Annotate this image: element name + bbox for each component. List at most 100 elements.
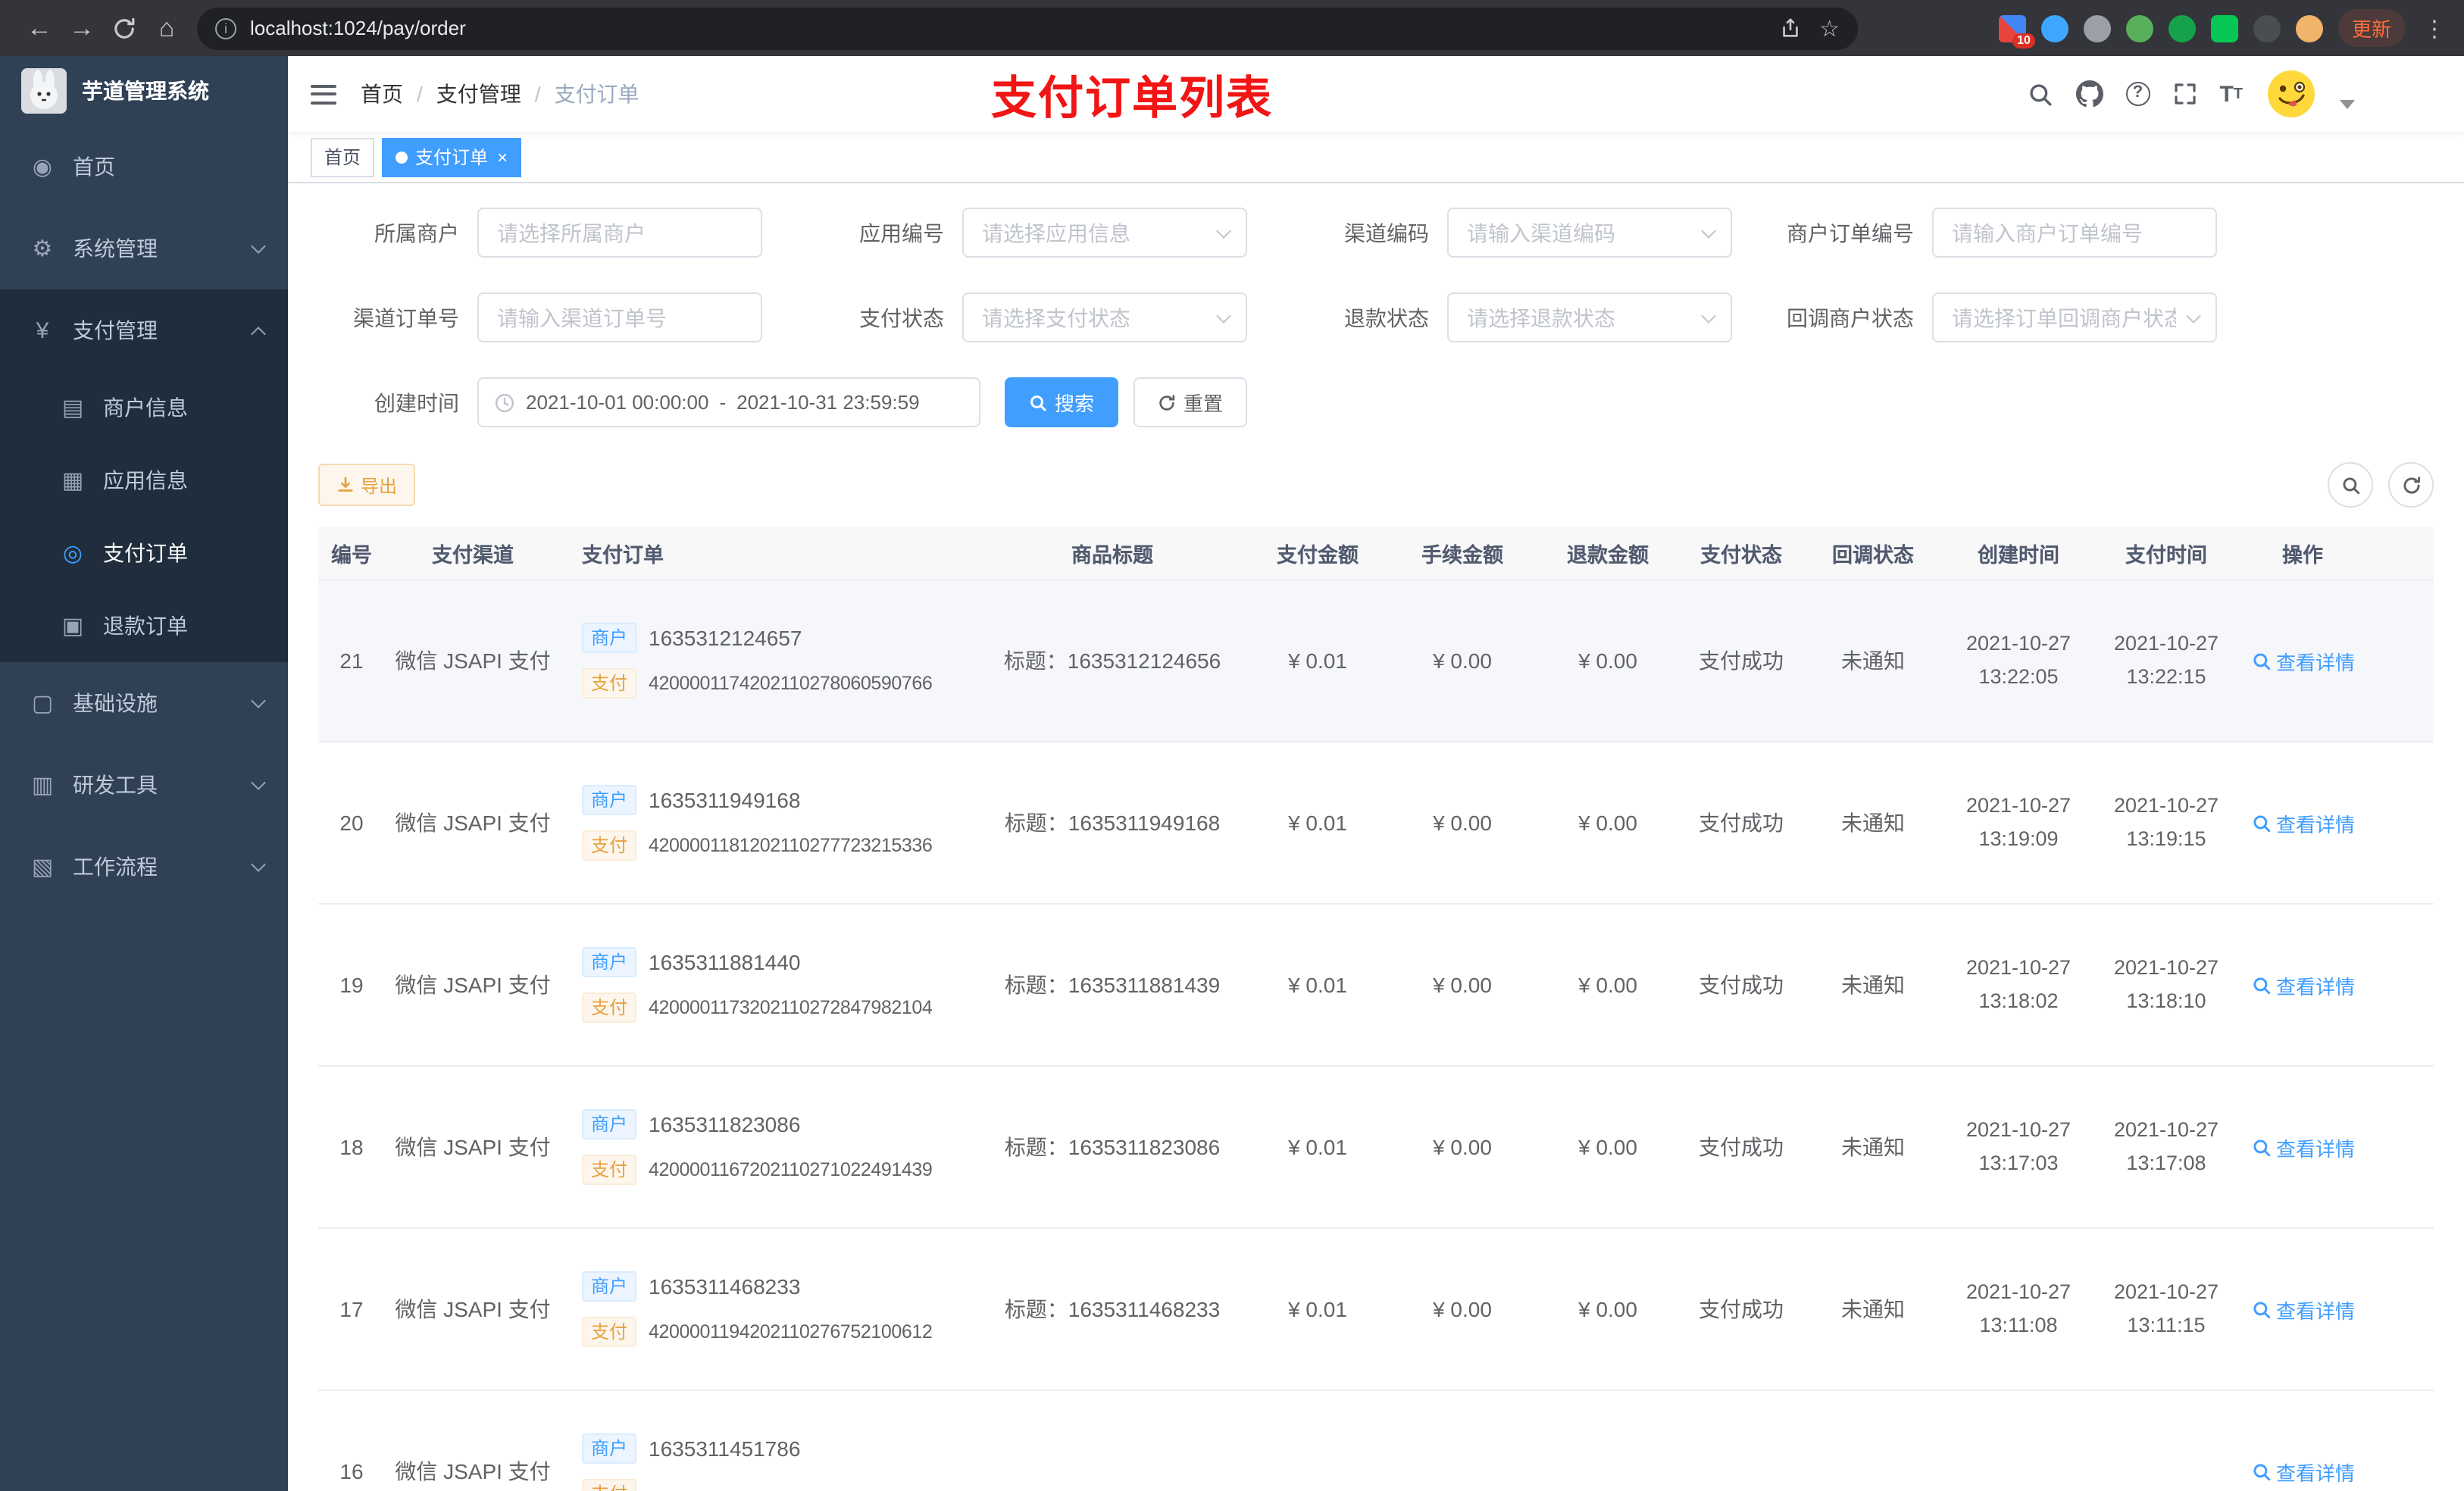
bookmark-star-button[interactable]: ☆ <box>1819 14 1840 42</box>
sidebar-item-label: 系统管理 <box>73 236 158 261</box>
merchant-order-no: 1635311451786 <box>649 1436 801 1461</box>
merchant-tag: 商户 <box>582 1109 637 1139</box>
tab-home[interactable]: 首页 <box>311 137 375 177</box>
sidebar-item-refund-order[interactable]: ▣ 退款订单 <box>0 589 288 662</box>
merchant-order-no-input[interactable] <box>1932 208 2217 258</box>
font-size-button[interactable]: TT <box>2219 81 2243 107</box>
sidebar-item-merchant-info[interactable]: ▤ 商户信息 <box>0 371 288 444</box>
cell-notify-status: 未通知 <box>1841 1135 1905 1159</box>
pay-status-select[interactable] <box>962 292 1247 342</box>
address-bar[interactable]: i localhost:1024/pay/order ☆ <box>197 7 1858 49</box>
table-toolbar: 导出 <box>318 462 2434 508</box>
reset-button[interactable]: 重置 <box>1134 377 1248 427</box>
header-search-button[interactable] <box>2027 81 2053 107</box>
toggle-search-button[interactable] <box>2328 462 2373 508</box>
filter-label: 商户订单编号 <box>1787 220 1914 245</box>
notify-status-select[interactable] <box>1932 292 2217 342</box>
date-range-input[interactable]: 2021-10-01 00:00:00 - 2021-10-31 23:59:5… <box>477 377 980 427</box>
cell-refund-amount: ¥ 0.00 <box>1578 649 1637 673</box>
extension-icon[interactable] <box>2040 14 2068 42</box>
hamburger-menu-button[interactable] <box>288 56 349 132</box>
table-row: 18 微信 JSAPI 支付 商户 1635311823086 支付 42000… <box>318 1067 2434 1229</box>
search-button[interactable]: 搜索 <box>1005 377 1119 427</box>
fullscreen-button[interactable] <box>2172 82 2197 106</box>
view-detail-link[interactable]: 查看详情 <box>2252 1457 2355 1486</box>
cell-order-id: 21 <box>339 649 364 673</box>
view-detail-link[interactable]: 查看详情 <box>2252 1133 2355 1161</box>
sidebar-item-dev-tools[interactable]: ▥ 研发工具 <box>0 744 288 826</box>
chevron-down-icon <box>251 856 266 871</box>
extension-icon[interactable] <box>2125 14 2153 42</box>
help-button[interactable]: ? <box>2125 82 2150 106</box>
font-size-small-glyph: T <box>2233 86 2243 102</box>
app-logo[interactable]: 芋道管理系统 <box>0 56 288 126</box>
share-button[interactable] <box>1778 17 1801 39</box>
site-info-icon[interactable]: i <box>215 17 236 39</box>
github-link-button[interactable] <box>2075 80 2103 108</box>
table-header-cell: 支付订单 <box>582 544 664 567</box>
pay-tag: 支付 <box>582 1155 637 1185</box>
view-detail-link[interactable]: 查看详情 <box>2252 971 2355 999</box>
channel-order-no-input[interactable] <box>477 292 762 342</box>
cell-notify-status: 未通知 <box>1841 1297 1905 1321</box>
browser-menu-button[interactable]: ⋮ <box>2423 14 2446 42</box>
view-detail-link[interactable]: 查看详情 <box>2252 646 2355 675</box>
browser-home-button[interactable]: ⌂ <box>145 7 188 49</box>
dashboard-icon: ◉ <box>32 155 53 180</box>
pay-order-no: 4200001181202110277723215336 <box>649 835 933 856</box>
cell-order-id: 18 <box>339 1135 364 1159</box>
view-detail-link[interactable]: 查看详情 <box>2252 1295 2355 1324</box>
refresh-table-button[interactable] <box>2388 462 2434 508</box>
cell-actions: 查看详情 <box>2240 580 2434 741</box>
browser-forward-button[interactable]: → <box>61 7 103 49</box>
close-icon[interactable]: × <box>497 148 508 166</box>
extension-icon[interactable] <box>2210 14 2238 42</box>
sidebar-item-infrastructure[interactable]: ▢ 基础设施 <box>0 662 288 744</box>
chevron-down-icon <box>251 692 266 708</box>
app-select-input[interactable] <box>962 208 1247 258</box>
refund-status-select[interactable] <box>1447 292 1732 342</box>
sidebar-item-label: 商户信息 <box>103 395 188 420</box>
cell-pay-status <box>1681 1391 1802 1491</box>
browser-update-button[interactable]: 更新 <box>2337 9 2405 47</box>
refresh-icon <box>1159 394 1175 410</box>
profile-avatar-icon[interactable] <box>2295 14 2323 42</box>
payment-submenu: ▤ 商户信息 ▦ 应用信息 ◎ 支付订单 ▣ 退款订单 <box>0 371 288 662</box>
cell-order-id: 20 <box>339 811 364 835</box>
merchant-select-input[interactable] <box>477 208 762 258</box>
avatar-caret-down-icon[interactable] <box>2340 100 2355 109</box>
sidebar-item-pay-order[interactable]: ◎ 支付订单 <box>0 517 288 589</box>
sidebar-item-system[interactable]: ⚙ 系统管理 <box>0 208 288 289</box>
search-button-label: 搜索 <box>1055 392 1095 415</box>
view-detail-link[interactable]: 查看详情 <box>2252 808 2355 837</box>
sidebar-item-home[interactable]: ◉ 首页 <box>0 126 288 208</box>
sidebar-item-app-info[interactable]: ▦ 应用信息 <box>0 444 288 517</box>
reset-button-label: 重置 <box>1184 392 1224 415</box>
table-row: 16 微信 JSAPI 支付 商户 1635311451786 查看详情 <box>318 1391 2434 1491</box>
tab-pay-order[interactable]: 支付订单 × <box>382 137 522 177</box>
pay-order-no: 4200001174202110278060590766 <box>649 673 933 694</box>
filter-label: 退款状态 <box>1344 305 1429 330</box>
sidebar-item-workflow[interactable]: ▧ 工作流程 <box>0 826 288 908</box>
cell-actions: 查看详情 <box>2240 1067 2434 1227</box>
cell-product-title: 标题：1635312124656 <box>1003 649 1221 673</box>
sidebar-item-payment[interactable]: ¥ 支付管理 <box>0 289 288 371</box>
chevron-down-icon <box>251 774 266 789</box>
extension-icon[interactable] <box>2253 14 2281 42</box>
user-avatar[interactable] <box>2265 68 2317 120</box>
document-icon: ▣ <box>61 614 84 639</box>
breadcrumb-payment[interactable]: 支付管理 <box>436 79 521 109</box>
export-button[interactable]: 导出 <box>318 464 416 506</box>
browser-back-button[interactable]: ← <box>18 7 61 49</box>
extension-icon[interactable] <box>2083 14 2111 42</box>
url-text[interactable]: localhost:1024/pay/order <box>250 17 1760 39</box>
breadcrumb-home[interactable]: 首页 <box>361 79 403 109</box>
channel-code-input[interactable] <box>1447 208 1732 258</box>
filter-channel-code: 渠道编码 <box>1288 208 1773 258</box>
merchant-tag: 商户 <box>582 1433 637 1464</box>
extension-icon[interactable]: 10 <box>1998 14 2035 48</box>
cell-notify-status: 未通知 <box>1841 811 1905 835</box>
extension-icon[interactable] <box>2168 14 2196 42</box>
browser-reload-button[interactable] <box>103 7 145 49</box>
search-icon <box>2253 1463 2271 1480</box>
